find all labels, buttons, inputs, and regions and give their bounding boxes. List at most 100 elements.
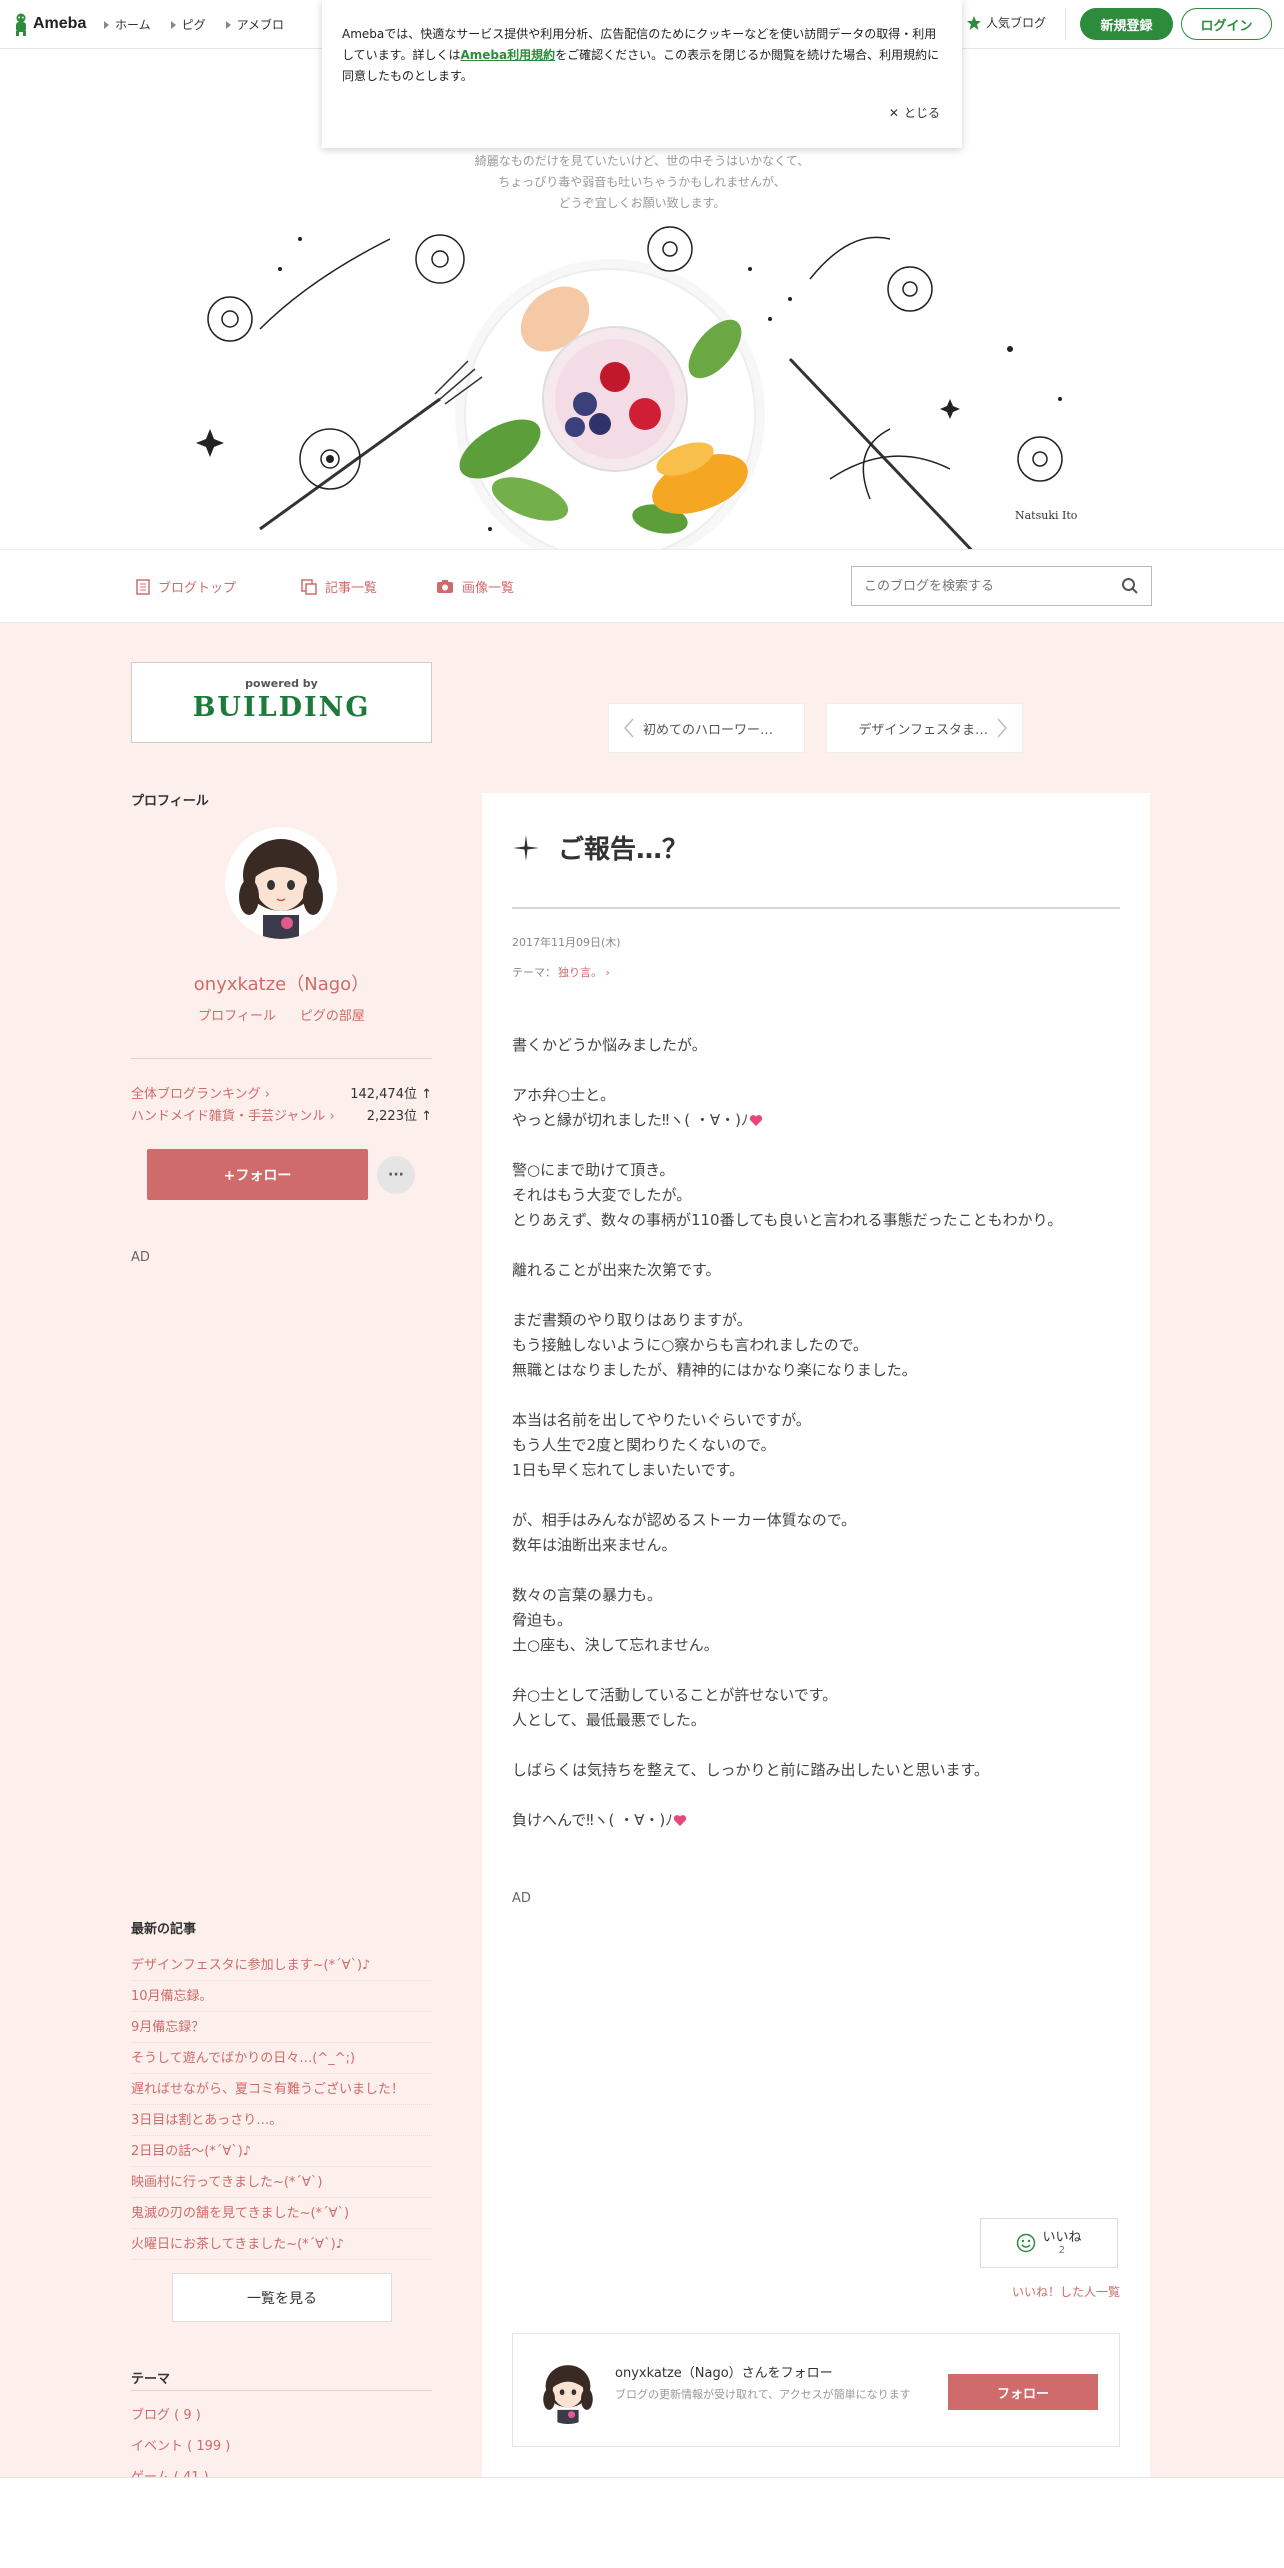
close-icon: ✕ [888, 105, 899, 120]
search-icon[interactable] [1121, 577, 1139, 595]
paragraph: 書くかどうか悩みましたが。 [512, 1036, 707, 1054]
cookie-banner: Amebaでは、快適なサービス提供や利用分析、広告配信のためにクッキーなどを使い… [322, 0, 962, 148]
like-button[interactable]: いいね 2 [980, 2218, 1118, 2268]
follow-button[interactable]: +フォロー [147, 1149, 368, 1200]
nav-home[interactable]: ホーム [104, 16, 151, 33]
cookie-text: Amebaでは、快適なサービス提供や利用分析、広告配信のためにクッキーなどを使い… [342, 27, 940, 83]
recent-heading: 最新の記事 [131, 1922, 197, 1937]
chevron-right-icon [997, 718, 1008, 738]
list-item[interactable]: 9月備忘録？ [131, 2012, 432, 2043]
avatar-illustration [225, 827, 337, 939]
register-button[interactable]: 新規登録 [1080, 8, 1173, 40]
login-button[interactable]: ログイン [1181, 8, 1272, 40]
header-illustration [196, 226, 1063, 549]
cookie-close-button[interactable]: ✕ とじる [889, 104, 940, 121]
pig-room-link[interactable]: ピグの部屋 [300, 1005, 365, 1024]
like-count: 2 [1058, 2245, 1066, 2256]
blog-nav: ブログトップ 記事一覧 画像一覧 [0, 549, 1284, 623]
article-body: 書くかどうか悩みましたが。 アホ弁○士と。 やっと縁が切れました‼ヽ( ・∀・)ﾉ… [512, 1033, 1132, 1858]
smile-icon [1017, 2233, 1036, 2253]
nav-pigg[interactable]: ピグ [170, 16, 206, 33]
blog-search-box [851, 566, 1152, 606]
like-text: いいね 2 [1042, 2230, 1081, 2256]
profile-heading: プロフィール [131, 794, 209, 809]
paragraph: 数々の言葉の暴力も。 脅迫も。 土○座も、決して忘れません。 [512, 1586, 719, 1654]
list-item[interactable]: ブログ ( 9 ) [131, 2400, 432, 2431]
ranking-value: 142,474位 ↑ [350, 1087, 432, 1102]
follow-card-name: onyxkatze（Nago）さんをフォロー [615, 2366, 833, 2381]
paragraph: しばらくは気持ちを整えて、しっかりと前に踏み出したいと思います。 [512, 1761, 990, 1779]
list-item[interactable]: 火曜日にお茶してきました~(*´∀`)♪ [131, 2229, 432, 2260]
copy-icon [301, 578, 317, 595]
profile-avatar[interactable] [225, 827, 337, 939]
title-rule [512, 907, 1120, 909]
genre-ranking-link[interactable]: ハンドメイド雑貨・手芸ジャンル › [131, 1105, 335, 1124]
liked-users-link[interactable]: いいね！した人一覧 [1012, 2283, 1120, 2300]
list-item[interactable]: 鬼滅の刃の舗を見てきました~(*´∀`) [131, 2198, 432, 2229]
list-item[interactable]: デザインフェスタに参加します~(*´∀`)♪ [131, 1950, 432, 1981]
header-divider [1065, 8, 1066, 40]
theme-link[interactable]: 独り言。 › [558, 964, 610, 980]
next-entry-link[interactable]: デザインフェスタま… [826, 703, 1023, 753]
overall-ranking-link[interactable]: 全体ブログランキング › [131, 1083, 270, 1102]
paragraph: 離れることが出来た次第です。 [512, 1261, 721, 1279]
follow-card-button[interactable]: フォロー [948, 2374, 1098, 2410]
article-title: ご報告…？ [512, 829, 688, 866]
follow-card-avatar [535, 2358, 601, 2424]
paragraph: が、相手はみんなが認めるストーカー体質なので。 数年は油断出来ません。 [512, 1511, 857, 1554]
ranking-row: 全体ブログランキング › 142,474位 ↑ [131, 1083, 432, 1102]
prev-entry-link[interactable]: 初めてのハローワー… [608, 703, 805, 753]
triangle-right-icon [170, 20, 176, 29]
article-date: 2017年11月09日(木) [512, 936, 621, 949]
list-item[interactable]: そうして遊んでばかりの日々…(^_^;) [131, 2043, 432, 2074]
sparkle-icon [513, 834, 539, 861]
paragraph: まだ書類のやり取りはありますが。 もう接触しないように○察からも言われましたので。… [512, 1311, 917, 1379]
header-signature: Natsuki Ito [1015, 509, 1078, 522]
list-item[interactable]: イベント ( 199 ) [131, 2431, 432, 2462]
ad-label: AD [131, 1250, 150, 1265]
paragraph: アホ弁○士と。 やっと縁が切れました‼ヽ( ・∀・)ﾉ [512, 1083, 1132, 1133]
blog-top-link[interactable]: ブログトップ [136, 577, 236, 596]
theme-heading: テーマ [131, 2372, 171, 2387]
terms-link[interactable]: Ameba利用規約 [460, 48, 555, 62]
divider [131, 2390, 432, 2391]
more-options-button[interactable]: ··· [377, 1156, 415, 1194]
paragraph: 本当は名前を出してやりたいぐらいですが。 もう人生で2度と関わりたくないので。 1日… [512, 1411, 811, 1479]
follow-card-description: ブログの更新情報が受け取れて、アクセスが簡単になります [615, 2388, 911, 2401]
entry-list-link[interactable]: 記事一覧 [301, 577, 377, 596]
avatar-illustration [535, 2358, 601, 2424]
list-item[interactable]: 2日目の話～(*´∀`)♪ [131, 2136, 432, 2167]
list-item[interactable]: 10月備忘録。 [131, 1981, 432, 2012]
profile-name[interactable]: onyxkatze（Nago） [131, 970, 432, 996]
divider [131, 1058, 432, 1059]
list-item[interactable]: 3日目は割とあっさり…。 [131, 2105, 432, 2136]
ameba-logo[interactable]: Ameba [12, 12, 86, 36]
like-label: いいね [1042, 2230, 1082, 2245]
bottom-bar [0, 2477, 1284, 2568]
heart-icon [673, 1815, 686, 1826]
list-item[interactable]: 映画村に行ってきました~(*´∀`) [131, 2167, 432, 2198]
ameba-mascot-icon [16, 13, 26, 36]
image-list-link[interactable]: 画像一覧 [436, 577, 514, 596]
blog-search-input[interactable] [864, 578, 1121, 594]
banner-big-text: BUILDING [192, 692, 371, 723]
follow-card: onyxkatze（Nago）さんをフォロー ブログの更新情報が受け取れて、アク… [512, 2333, 1120, 2447]
banner-small-text: powered by [245, 677, 318, 690]
recent-entries-list: デザインフェスタに参加します~(*´∀`)♪ 10月備忘録。 9月備忘録？ そう… [131, 1950, 432, 2260]
view-list-button[interactable]: 一覧を見る [172, 2273, 392, 2322]
heart-icon [749, 1115, 762, 1126]
ranking-value: 2,223位 ↑ [366, 1109, 432, 1124]
star-icon [967, 15, 981, 30]
building-banner[interactable]: powered by BUILDING [131, 662, 432, 743]
article-theme: テーマ： 独り言。 › [512, 964, 610, 980]
profile-link[interactable]: プロフィール [198, 1005, 276, 1024]
global-nav: ホーム ピグ アメブロ [104, 16, 284, 33]
camera-icon [437, 580, 453, 593]
article: ご報告…？ 2017年11月09日(木) テーマ： 独り言。 › 書くかどうか悩… [482, 793, 1150, 2477]
list-item[interactable]: 遅ればせながら、夏コミ有難うございました！ [131, 2074, 432, 2105]
ad-label: AD [512, 1891, 531, 1906]
triangle-right-icon [104, 20, 109, 29]
profile-links: プロフィール ピグの部屋 [131, 1005, 432, 1024]
popular-blogs-link[interactable]: 人気ブログ [966, 14, 1046, 31]
nav-ameblo[interactable]: アメブロ [225, 16, 284, 33]
